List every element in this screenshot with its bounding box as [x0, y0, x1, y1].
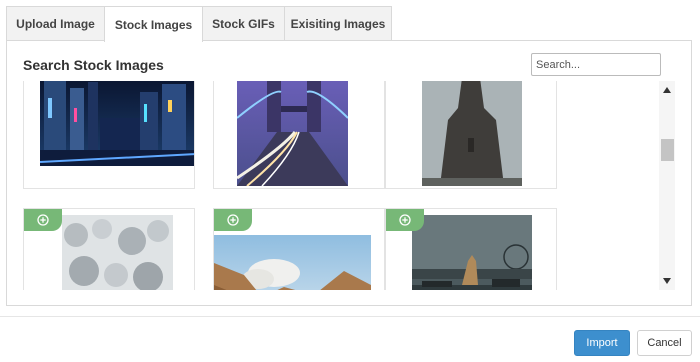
image-thumbnail-snowy-forest[interactable] [62, 215, 173, 290]
plus-circle-icon [37, 214, 49, 226]
footer-divider [0, 316, 700, 317]
import-button[interactable]: Import [574, 330, 630, 356]
image-card[interactable] [23, 208, 195, 290]
image-thumbnail-waterfront-statue[interactable] [412, 215, 532, 290]
plus-circle-icon [399, 214, 411, 226]
triangle-up-icon [663, 87, 671, 93]
triangle-down-icon [663, 278, 671, 284]
tab-stock-gifs[interactable]: Stock GIFs [202, 6, 285, 41]
add-image-button[interactable] [214, 209, 252, 231]
image-card[interactable] [213, 208, 385, 290]
search-input[interactable] [531, 53, 661, 76]
image-thumbnail-desert-hills[interactable] [214, 235, 371, 290]
image-card[interactable] [23, 81, 195, 189]
add-image-button[interactable] [24, 209, 62, 231]
cancel-button[interactable]: Cancel [637, 330, 692, 356]
tab-bar: Upload Image Stock Images Stock GIFs Exi… [6, 6, 392, 42]
tab-stock-images[interactable]: Stock Images [104, 6, 203, 42]
tab-upload-image[interactable]: Upload Image [6, 6, 105, 41]
add-image-button[interactable] [386, 209, 424, 231]
tab-existing-images[interactable]: Exisiting Images [284, 6, 392, 41]
scroll-up-button[interactable] [659, 83, 675, 97]
image-thumbnail-neon-city[interactable] [40, 81, 194, 166]
image-grid [23, 81, 657, 290]
image-thumbnail-bridge[interactable] [237, 81, 348, 186]
scroll-down-button[interactable] [659, 274, 675, 288]
panel-title: Search Stock Images [23, 57, 164, 73]
image-thumbnail-church-tower[interactable] [422, 81, 522, 186]
image-card[interactable] [213, 81, 385, 189]
scrollbar-thumb[interactable] [661, 139, 674, 161]
image-card[interactable] [385, 208, 557, 290]
stock-images-panel: Search Stock Images [6, 40, 692, 306]
plus-circle-icon [227, 214, 239, 226]
image-card[interactable] [385, 81, 557, 189]
grid-scrollbar[interactable] [659, 81, 675, 290]
